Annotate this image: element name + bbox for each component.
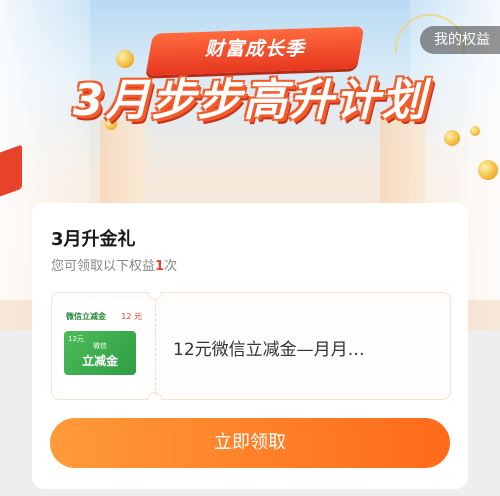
claim-count: 1 xyxy=(155,259,165,274)
thumbnail-amount: 12 元 xyxy=(121,312,142,321)
coin-icon xyxy=(478,160,498,180)
page-title: 3月步步高升计划 xyxy=(72,75,428,126)
voucher-line2: 立减金 xyxy=(81,354,118,368)
my-benefits-button[interactable]: 我的权益 xyxy=(420,26,500,54)
card-subtitle: 您可领取以下权益1次 xyxy=(51,255,177,274)
benefit-card: 3月升金礼 您可领取以下权益1次 微信立减金 12 元 12元 微信 立减金 1… xyxy=(32,203,468,489)
thumbnail-heading: 微信立减金 xyxy=(66,312,106,321)
claim-now-button[interactable]: 立即领取 xyxy=(50,418,450,468)
voucher-line1: 微信 xyxy=(93,342,107,350)
card-title: 3月升金礼 xyxy=(51,229,136,250)
coin-icon xyxy=(444,130,460,146)
campaign-subtitle: 财富成长季 xyxy=(204,38,305,60)
coupon-name: 12元微信立减金—月月… xyxy=(173,340,365,360)
coupon-thumbnail: 微信立减金 12 元 12元 微信 立减金 xyxy=(60,301,148,393)
coupon-item[interactable]: 微信立减金 12 元 12元 微信 立减金 12元微信立减金—月月… xyxy=(51,292,451,400)
coupon-divider xyxy=(155,299,156,395)
card-subtitle-prefix: 您可领取以下权益 xyxy=(51,259,156,274)
wechat-voucher-card: 12元 微信 立减金 xyxy=(64,331,136,375)
card-subtitle-suffix: 次 xyxy=(164,259,178,274)
